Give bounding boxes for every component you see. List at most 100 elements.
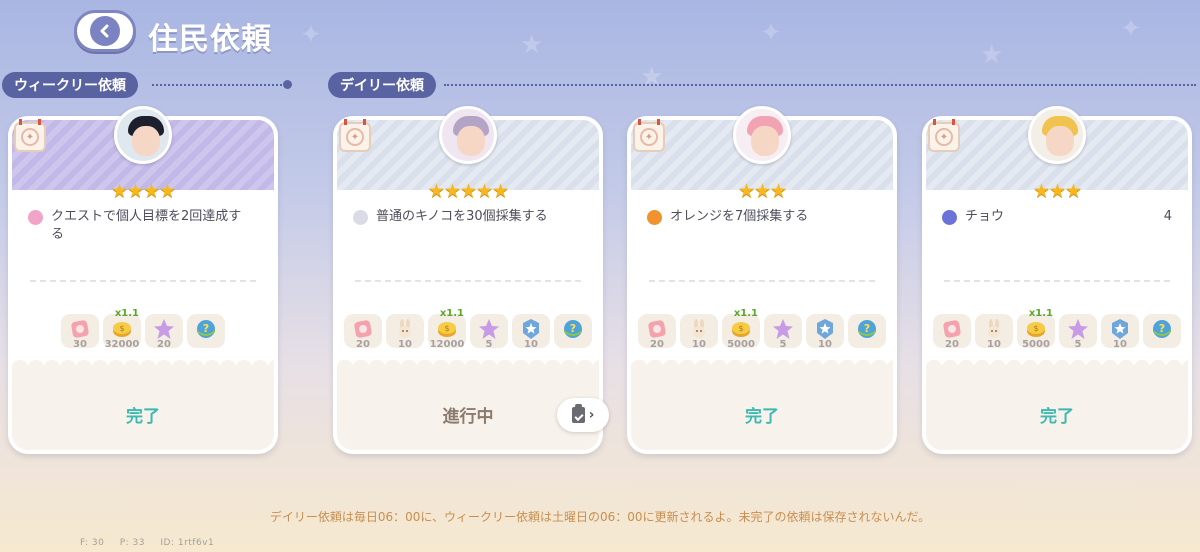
resident-avatar[interactable] bbox=[439, 106, 497, 164]
background-star-icon: ★ bbox=[640, 62, 664, 92]
reward-count: 20 bbox=[945, 339, 959, 350]
status-label[interactable]: 完了 bbox=[12, 402, 274, 427]
difficulty-stars: ★★★ bbox=[737, 180, 787, 202]
quest-text: クエストで個人目標を2回達成する bbox=[51, 209, 242, 242]
reward-item[interactable]: 5 bbox=[1059, 314, 1097, 350]
resident-avatar[interactable] bbox=[114, 106, 172, 164]
difficulty-stars: ★★★★★ bbox=[427, 180, 509, 202]
reward-item[interactable]: 10 bbox=[975, 314, 1013, 350]
reward-item[interactable]: $ x1.1 12000 bbox=[428, 308, 466, 350]
reward-count: 10 bbox=[1113, 339, 1127, 350]
reward-item[interactable]: 10 bbox=[806, 314, 844, 350]
reward-multiplier: x1.1 bbox=[114, 308, 139, 319]
back-button[interactable] bbox=[74, 10, 136, 52]
quest-description: チョウ 4 bbox=[942, 208, 1172, 226]
reward-item[interactable]: 20 bbox=[933, 314, 971, 350]
quest-item-icon bbox=[353, 210, 368, 225]
reward-item[interactable]: ? bbox=[554, 314, 592, 348]
section-divider-dot bbox=[283, 80, 292, 89]
svg-text:$: $ bbox=[738, 324, 743, 333]
clipboard-icon bbox=[571, 404, 585, 423]
reward-multiplier: x1.1 bbox=[439, 308, 464, 319]
reward-item[interactable]: 10 bbox=[512, 314, 550, 350]
reward-count: 32000 bbox=[104, 339, 140, 350]
reward-item[interactable]: 20 bbox=[344, 314, 382, 350]
reward-list: 20 10 $ x1.1 5000 5 10 ? bbox=[926, 308, 1188, 350]
reward-item[interactable]: ? bbox=[848, 314, 886, 348]
quest-description: オレンジを7個採集する bbox=[647, 208, 877, 226]
background-star-icon: ★ bbox=[980, 40, 1004, 70]
reward-item[interactable]: 10 bbox=[680, 314, 718, 350]
background-star-icon: ✦ bbox=[760, 18, 782, 48]
resident-avatar[interactable] bbox=[1028, 106, 1086, 164]
reward-count: 10 bbox=[987, 339, 1001, 350]
reward-count: 30 bbox=[73, 339, 87, 350]
reward-item[interactable]: $ x1.1 5000 bbox=[722, 308, 760, 350]
mystery-egg-icon: ? bbox=[562, 318, 584, 344]
reward-item[interactable]: 20 bbox=[638, 314, 676, 350]
reward-count: 5000 bbox=[727, 339, 755, 350]
svg-text:$: $ bbox=[119, 324, 124, 333]
request-card[interactable]: ✦ ★★★★★ 普通のキノコを30個採集する 20 10 $ x1.1 1200… bbox=[333, 106, 609, 454]
background-star-icon: ✦ bbox=[1120, 14, 1142, 44]
request-card[interactable]: ✦ ★★★ オレンジを7個採集する 20 10 $ x1.1 5000 5 10… bbox=[627, 106, 897, 454]
weekly-section-label: ウィークリー依頼 bbox=[2, 72, 138, 98]
debug-info: F: 30 P: 33 ID: 1rtf6v1 bbox=[80, 538, 226, 548]
reward-item[interactable]: 5 bbox=[764, 314, 802, 350]
reward-item[interactable]: 5 bbox=[470, 314, 508, 350]
mystery-egg-icon: ? bbox=[856, 318, 878, 344]
reward-item[interactable]: $ x1.1 5000 bbox=[1017, 308, 1055, 350]
status-label[interactable]: 完了 bbox=[631, 402, 893, 427]
svg-text:?: ? bbox=[1159, 322, 1165, 335]
daily-section-label: デイリー依頼 bbox=[328, 72, 436, 98]
background-star-icon: ✦ bbox=[300, 20, 322, 50]
reward-item[interactable]: ? bbox=[1143, 314, 1181, 348]
card-divider bbox=[649, 280, 875, 282]
request-card[interactable]: ✦ ★★★★ クエストで個人目標を2回達成する 30 $ x1.1 32000 … bbox=[8, 106, 278, 454]
calendar-icon: ✦ bbox=[633, 119, 665, 152]
reward-count: 10 bbox=[818, 339, 832, 350]
difficulty-stars: ★★★ bbox=[1032, 180, 1082, 202]
chevron-right-icon: › bbox=[588, 407, 595, 423]
calendar-icon: ✦ bbox=[339, 119, 371, 152]
quest-count: 4 bbox=[1163, 209, 1172, 224]
reward-item[interactable]: 20 bbox=[145, 314, 183, 350]
reward-count: 5000 bbox=[1022, 339, 1050, 350]
quest-description: 普通のキノコを30個採集する bbox=[353, 208, 583, 226]
svg-text:?: ? bbox=[864, 322, 870, 335]
reward-item[interactable]: 10 bbox=[386, 314, 424, 350]
reward-item[interactable]: ? bbox=[187, 314, 225, 348]
reward-item[interactable]: $ x1.1 32000 bbox=[103, 308, 141, 350]
request-card[interactable]: ✦ ★★★ チョウ 4 20 10 $ x1.1 5000 5 10 ? 完了 bbox=[922, 106, 1192, 454]
card-divider bbox=[30, 280, 256, 282]
card-divider bbox=[355, 280, 581, 282]
quest-text: チョウ bbox=[965, 209, 1005, 224]
reward-count: 12000 bbox=[429, 339, 465, 350]
details-button[interactable]: › bbox=[557, 398, 609, 432]
resident-avatar[interactable] bbox=[733, 106, 791, 164]
debug-p: P: 33 bbox=[119, 538, 145, 548]
reward-count: 10 bbox=[398, 339, 412, 350]
quest-text: 普通のキノコを30個採集する bbox=[376, 209, 548, 224]
card-divider bbox=[944, 280, 1170, 282]
mystery-egg-icon: ? bbox=[195, 318, 217, 344]
reward-count: 20 bbox=[356, 339, 370, 350]
quest-item-icon bbox=[942, 210, 957, 225]
reward-multiplier: x1.1 bbox=[733, 308, 758, 319]
calendar-icon: ✦ bbox=[928, 119, 960, 152]
section-divider bbox=[444, 84, 1196, 86]
reward-list: 20 10 $ x1.1 5000 5 10 ? bbox=[631, 308, 893, 350]
reward-item[interactable]: 10 bbox=[1101, 314, 1139, 350]
page-title: 住民依頼 bbox=[148, 22, 272, 57]
status-label[interactable]: 完了 bbox=[926, 402, 1188, 427]
reward-list: 30 $ x1.1 32000 20 ? bbox=[12, 308, 274, 350]
svg-text:$: $ bbox=[1033, 324, 1038, 333]
reward-count: 10 bbox=[692, 339, 706, 350]
section-divider bbox=[152, 84, 282, 86]
chevron-left-icon bbox=[90, 16, 120, 46]
quest-description: クエストで個人目標を2回達成する bbox=[28, 208, 258, 244]
quest-item-icon bbox=[647, 210, 662, 225]
reward-list: 20 10 $ x1.1 12000 5 10 ? bbox=[337, 308, 599, 350]
reward-item[interactable]: 30 bbox=[61, 314, 99, 350]
reward-count: 10 bbox=[524, 339, 538, 350]
